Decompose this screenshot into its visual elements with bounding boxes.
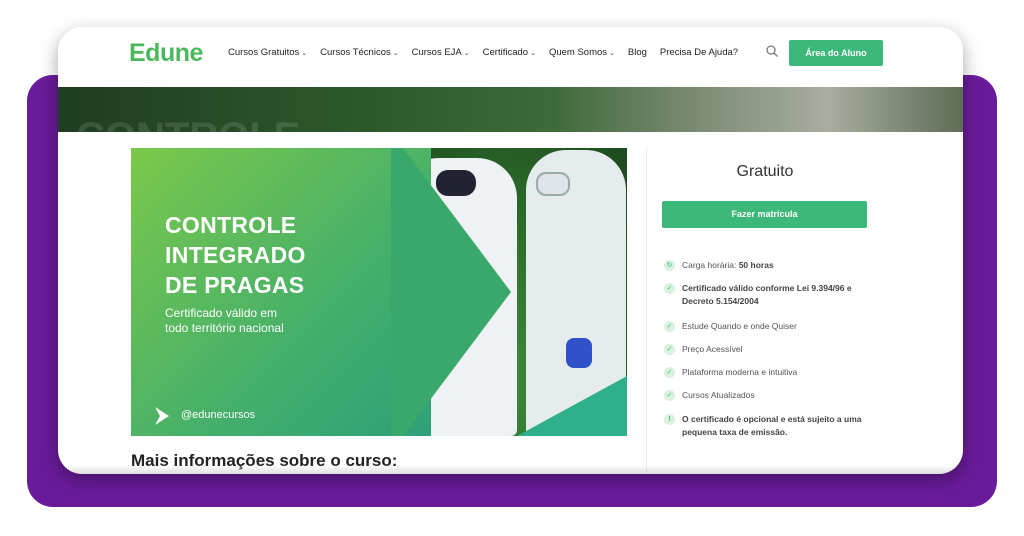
chevron-down-icon: ⌄ — [609, 50, 615, 57]
glove-icon — [566, 338, 592, 368]
bottom-fade — [58, 465, 963, 474]
chevron-down-icon: ⌄ — [463, 50, 470, 57]
nav-item-label: Cursos EJA — [411, 47, 462, 58]
check-icon: ✓ — [664, 367, 675, 378]
nav-item[interactable]: Blog — [628, 47, 647, 58]
exclamation-icon: ! — [664, 414, 675, 425]
chevron-down-icon: ⌄ — [392, 50, 399, 57]
feature-text: Preço Acessível — [682, 343, 742, 356]
course-subtitle-line: Certificado válido em — [165, 306, 278, 320]
main-nav: Cursos Gratuitos ⌄ Cursos Técnicos ⌄ Cursos … — [228, 47, 738, 58]
nav-item-label: Precisa De Ajuda? — [659, 47, 739, 58]
stage: Edune Cursos Gratuitos ⌄ Cursos Técnicos ⌄ C… — [0, 0, 1024, 536]
nav-item-label: Blog — [627, 47, 647, 58]
feature-text: Cursos Atualizados — [682, 389, 755, 402]
course-title-line: DE PRAGAS — [165, 272, 305, 298]
nav-item-label: Certificado — [482, 47, 529, 58]
feature-item: ✓ Certificado válido conforme Lei 9.394/9… — [664, 282, 874, 308]
hero-banner: CONTROLE — [58, 87, 963, 132]
nav-item[interactable]: Cursos EJA ⌄ — [412, 47, 470, 58]
feature-item: ! O certificado é opcional e está sujeito… — [664, 413, 874, 439]
site-header: Edune Cursos Gratuitos ⌄ Cursos Técnicos ⌄ C… — [58, 27, 963, 87]
check-icon: ✓ — [664, 321, 675, 332]
feature-text: Certificado válido conforme Lei 9.394/96… — [682, 282, 874, 308]
student-area-button[interactable]: Área do Aluno — [789, 40, 883, 66]
nav-item-label: Quem Somos — [548, 47, 608, 58]
nav-item[interactable]: Certificado ⌄ — [483, 47, 536, 58]
social-handle: @edunecursos — [181, 409, 256, 421]
price-label: Gratuito — [736, 163, 794, 180]
feature-text-bold: 50 horas — [738, 260, 774, 270]
play-arrow-icon — [155, 407, 169, 425]
nav-item[interactable]: Quem Somos ⌄ — [549, 47, 615, 58]
search-icon[interactable] — [765, 44, 779, 58]
feature-text: O certificado é opcional e está sujeito … — [682, 413, 874, 439]
respirator-mask-icon — [536, 172, 570, 196]
hero-ghost-title: CONTROLE — [76, 115, 300, 132]
browser-window: Edune Cursos Gratuitos ⌄ Cursos Técnicos ⌄ C… — [58, 27, 963, 474]
nav-item[interactable]: Precisa De Ajuda? — [660, 47, 738, 58]
feature-item: ✓ Cursos Atualizados — [664, 389, 874, 402]
course-image: CONTROLE INTEGRADO DE PRAGAS Certificado… — [131, 148, 627, 436]
site-logo[interactable]: Edune — [129, 39, 203, 68]
feature-item: ✓ Preço Acessível — [664, 343, 874, 356]
chevron-down-icon: ⌄ — [301, 50, 308, 57]
enroll-button[interactable]: Fazer matrícula — [662, 201, 867, 228]
nav-item-label: Cursos Técnicos — [320, 47, 391, 58]
clock-icon: ↻ — [664, 260, 675, 271]
feature-text-regular: Carga horária: — [682, 260, 739, 270]
respirator-mask-icon — [436, 170, 476, 196]
course-subtitle-line: todo território nacional — [165, 321, 284, 335]
feature-text-regular: Estude Quando e onde Quiser — [682, 321, 797, 331]
feature-text-regular: Plataforma moderna e intuitiva — [682, 367, 798, 377]
feature-text-regular: Preço Acessível — [682, 344, 743, 354]
check-icon: ✓ — [664, 390, 675, 401]
chevron-down-icon: ⌄ — [530, 50, 536, 57]
feature-item: ✓ Estude Quando e onde Quiser — [664, 320, 874, 333]
feature-text-bold: O certificado é opcional e está sujeito … — [682, 414, 862, 437]
feature-item: ✓ Plataforma moderna e intuitiva — [664, 366, 874, 379]
course-title-line: CONTROLE — [165, 212, 297, 238]
feature-item: ↻ Carga horária: 50 horas — [664, 259, 874, 272]
check-icon: ✓ — [664, 344, 675, 355]
feature-text-regular: Cursos Atualizados — [682, 390, 755, 400]
nav-item[interactable]: Cursos Gratuitos ⌄ — [228, 47, 307, 58]
feature-text: Carga horária: 50 horas — [682, 259, 774, 272]
nav-item-label: Cursos Gratuitos — [228, 47, 300, 58]
feature-text: Plataforma moderna e intuitiva — [682, 366, 797, 379]
nav-item[interactable]: Cursos Técnicos ⌄ — [320, 47, 398, 58]
sidebar-divider — [646, 148, 647, 474]
course-title-line: INTEGRADO — [165, 242, 306, 268]
feature-text: Estude Quando e onde Quiser — [682, 320, 797, 333]
check-icon: ✓ — [664, 283, 675, 294]
feature-text-bold: Certificado válido conforme Lei 9.394/96… — [682, 283, 852, 306]
